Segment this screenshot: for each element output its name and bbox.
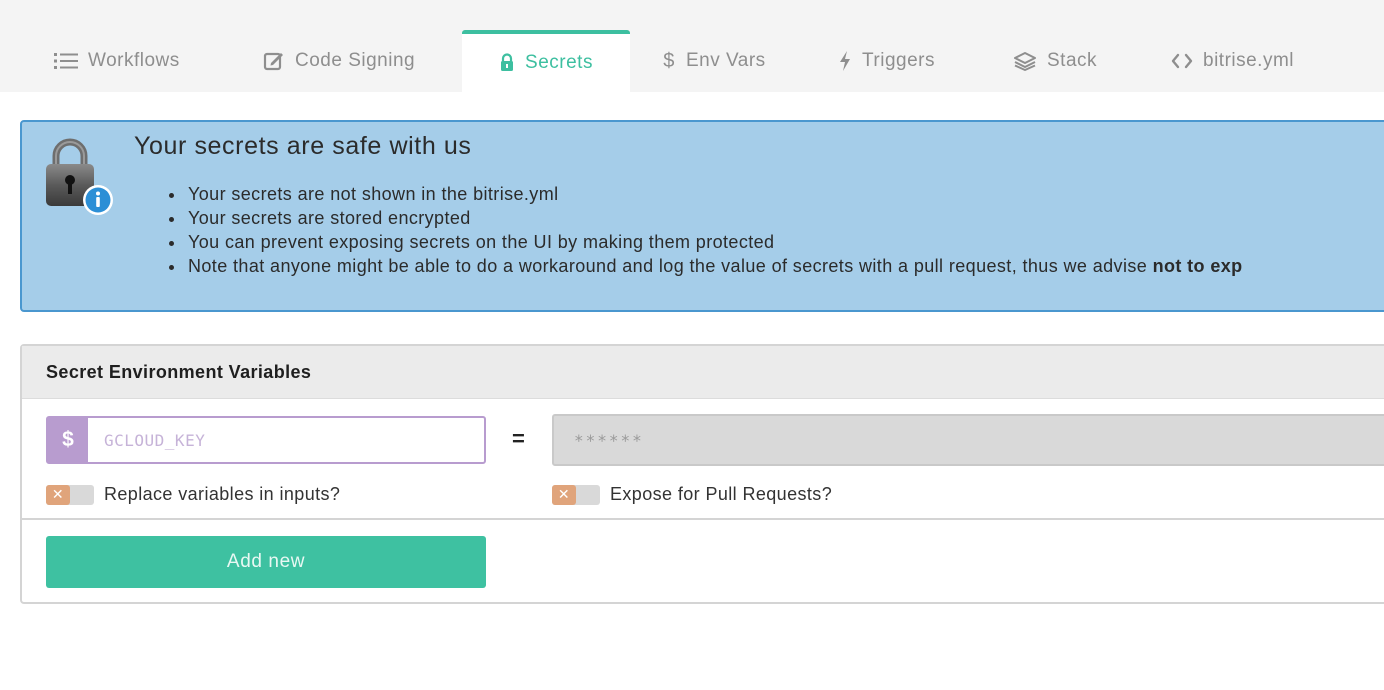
- divider: [22, 518, 1384, 520]
- replace-variables-option: ✕ Replace variables in inputs?: [46, 484, 340, 505]
- warning-text: Note that anyone might be able to do a w…: [188, 256, 1153, 276]
- secret-env-vars-panel: Secret Environment Variables $ = ✕ Repla…: [20, 344, 1384, 604]
- tab-label: bitrise.yml: [1203, 50, 1295, 71]
- tab-label: Workflows: [88, 50, 180, 71]
- dollar-icon: $: [662, 50, 676, 72]
- tab-label: Triggers: [862, 50, 935, 71]
- tab-bitrise-yml[interactable]: bitrise.yml: [1171, 30, 1294, 92]
- list-item: You can prevent exposing secrets on the …: [186, 230, 1243, 254]
- add-new-button[interactable]: Add new: [46, 536, 486, 588]
- equals-sign: =: [512, 426, 525, 451]
- expose-pr-option: ✕ Expose for Pull Requests?: [552, 484, 832, 505]
- tab-triggers[interactable]: Triggers: [838, 30, 935, 92]
- replace-variables-label: Replace variables in inputs?: [104, 484, 341, 504]
- close-icon: ✕: [552, 484, 576, 505]
- tab-secrets[interactable]: Secrets: [462, 30, 630, 92]
- padlock-info-icon: [44, 136, 116, 223]
- tab-bar: Workflows Code Signing Secrets $ Env Var…: [0, 0, 1384, 92]
- banner-list: Your secrets are not shown in the bitris…: [162, 182, 1243, 278]
- close-icon: ✕: [46, 484, 70, 505]
- list-item: Note that anyone might be able to do a w…: [186, 254, 1243, 278]
- list-item: Your secrets are not shown in the bitris…: [186, 182, 1243, 206]
- list-item: Your secrets are stored encrypted: [186, 206, 1243, 230]
- tab-env-vars[interactable]: $ Env Vars: [662, 30, 766, 92]
- lock-icon: [499, 53, 515, 73]
- tab-workflows[interactable]: Workflows: [54, 30, 180, 92]
- tab-label: Code Signing: [295, 50, 416, 71]
- edit-icon: [263, 50, 285, 72]
- svg-text:$: $: [663, 50, 675, 72]
- secret-key-input[interactable]: [88, 418, 484, 462]
- panel-title: Secret Environment Variables: [22, 346, 1384, 399]
- expose-pr-label: Expose for Pull Requests?: [610, 484, 833, 504]
- code-icon: [1171, 53, 1193, 69]
- tab-stack[interactable]: Stack: [1013, 30, 1097, 92]
- tab-label: Env Vars: [686, 50, 766, 71]
- list-icon: [54, 52, 78, 70]
- banner-title: Your secrets are safe with us: [134, 132, 472, 160]
- secret-value-input[interactable]: [554, 429, 1384, 451]
- replace-variables-toggle[interactable]: ✕: [46, 484, 94, 505]
- warning-emphasis: not to exp: [1152, 256, 1243, 276]
- dollar-prefix: $: [48, 418, 88, 462]
- secret-key-field: $: [46, 416, 486, 464]
- tab-label: Stack: [1047, 50, 1098, 71]
- tab-label: Secrets: [525, 52, 593, 73]
- info-banner: Your secrets are safe with us Your secre…: [20, 120, 1384, 312]
- lightning-icon: [838, 50, 852, 72]
- expose-pr-toggle[interactable]: ✕: [552, 484, 600, 505]
- tab-code-signing[interactable]: Code Signing: [263, 30, 415, 92]
- secret-value-field: [552, 414, 1384, 466]
- layers-icon: [1013, 51, 1037, 71]
